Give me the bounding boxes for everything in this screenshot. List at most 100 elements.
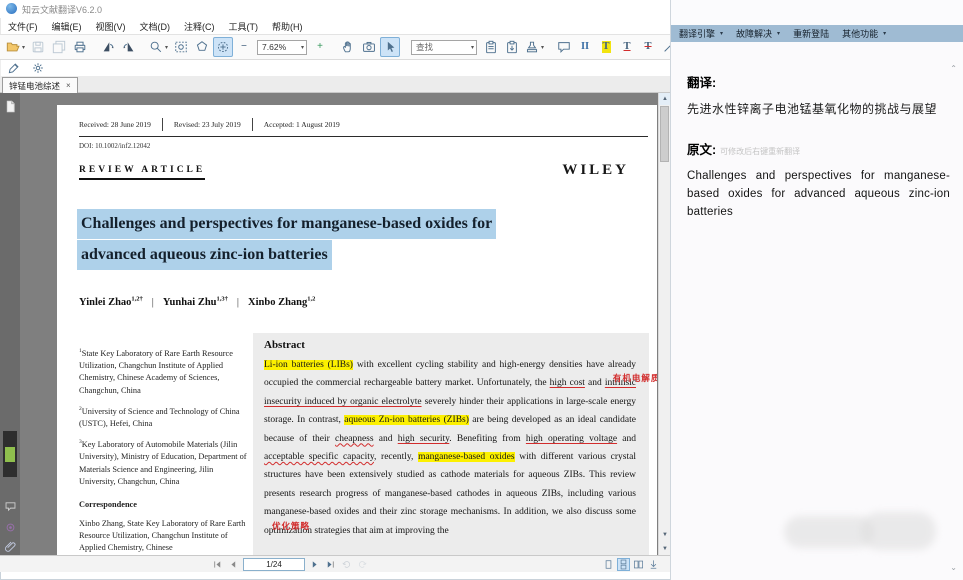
menu-help[interactable]: 帮助(H) — [265, 20, 310, 33]
abstract-segment: . Benefiting from — [449, 434, 526, 444]
menu-document[interactable]: 文档(D) — [133, 20, 178, 33]
stamp-tool-icon — [525, 40, 539, 54]
select-text-button[interactable] — [380, 37, 400, 57]
previous-view-button[interactable] — [340, 558, 353, 571]
save-all-icon — [52, 40, 66, 54]
source-hint: 可修改后右键重新翻译 — [720, 146, 800, 157]
zoom-level-select[interactable]: 7.62%▾ — [257, 40, 307, 55]
loupe-button[interactable] — [192, 37, 212, 57]
validate-rail-icon — [4, 521, 17, 534]
facing-view-button[interactable] — [632, 558, 645, 571]
panel-menu-label: 翻译引擎 — [679, 27, 715, 40]
continuous-view-button[interactable] — [617, 558, 630, 571]
manuscript-dates: Received: 28 June 2019Revised: 23 July 2… — [79, 118, 340, 131]
zoom-in-button[interactable]: + — [310, 37, 330, 57]
vertical-scrollbar[interactable]: ▲ ▼ ▼ — [658, 93, 670, 555]
rotate-left-button[interactable] — [98, 37, 118, 57]
search-input[interactable] — [411, 40, 477, 55]
previous-page-button[interactable] — [227, 558, 240, 571]
secondary-toolbar — [0, 60, 670, 76]
chevron-down-icon: ▾ — [301, 44, 304, 51]
translation-panel-menu: 翻译引擎▾ 故障解决▾ 重新登陆其他功能▾ — [671, 25, 963, 42]
document-tab[interactable]: 锌锰电池综述 × — [2, 77, 78, 93]
panel-scroll-up-icon[interactable]: ⌃ — [950, 64, 957, 73]
menu-view[interactable]: 视图(V) — [89, 20, 133, 33]
source-text[interactable]: Challenges and perspectives for manganes… — [687, 167, 950, 221]
highlight-text-button[interactable]: T — [596, 37, 616, 57]
save-button[interactable] — [28, 37, 48, 57]
panel-menu-translation-engine[interactable]: 翻译引擎▾ — [679, 27, 723, 40]
save-icon — [31, 40, 45, 54]
stamp-tool-button[interactable]: ▾ — [523, 37, 546, 57]
underlined-phrase: high operating voltage — [526, 434, 617, 444]
first-page-button[interactable] — [211, 558, 224, 571]
chevron-down-icon: ▾ — [471, 44, 474, 51]
tab-close-icon[interactable]: × — [66, 81, 71, 90]
thumbnails-panel-button[interactable] — [2, 98, 18, 114]
menu-comment[interactable]: 注释(C) — [177, 20, 222, 33]
panel-menu-troubleshoot[interactable]: 故障解决▾ — [736, 27, 780, 40]
author-separator: | — [237, 297, 239, 308]
open-folder-button[interactable]: ▾ — [4, 37, 27, 57]
zoom-tool-icon — [149, 40, 163, 54]
clipboard-paste-button[interactable] — [502, 37, 522, 57]
publisher-logo: WILEY — [562, 162, 629, 179]
save-all-button[interactable] — [49, 37, 69, 57]
signature-panel-button[interactable] — [2, 519, 18, 535]
doc-options-button[interactable] — [29, 61, 47, 76]
panel-menu-re-login[interactable]: 重新登陆 — [793, 27, 829, 40]
abstract-segment: and — [374, 434, 398, 444]
last-page-button[interactable] — [324, 558, 337, 571]
page-number-input[interactable]: 1/24 — [243, 558, 305, 571]
affiliations-column: 1State Key Laboratory of Rare Earth Reso… — [79, 345, 251, 555]
next-page-arrow-icon[interactable]: ▼ — [659, 543, 670, 555]
author-name: Xinbo Zhang1,2 — [248, 297, 315, 308]
date-item: Received: 28 June 2019 — [79, 120, 151, 129]
main-area: Received: 28 June 2019Revised: 23 July 2… — [0, 93, 670, 555]
zoom-tool-button[interactable]: ▾ — [147, 37, 170, 57]
layout-down-icon — [648, 559, 659, 570]
menu-edit[interactable]: 编辑(E) — [45, 20, 89, 33]
next-page-button[interactable] — [308, 558, 321, 571]
insert-text-button[interactable]: II — [575, 37, 595, 57]
comment-tool-button[interactable] — [554, 37, 574, 57]
date-item: Accepted: 1 August 2019 — [264, 120, 340, 129]
strikeout-text-button[interactable]: T — [638, 37, 658, 57]
menu-file[interactable]: 文件(F) — [1, 20, 45, 33]
snapshot-button[interactable] — [359, 37, 379, 57]
strikeout-text-icon: T — [644, 41, 653, 53]
zoom-out-button[interactable]: − — [234, 37, 254, 57]
scroll-down-arrow-icon[interactable]: ▼ — [659, 529, 670, 541]
search-box: ▾ — [411, 40, 477, 55]
typewriter-button[interactable] — [5, 61, 23, 76]
pan-zoom-button[interactable] — [213, 37, 233, 57]
scrollbar-thumb[interactable] — [660, 106, 669, 162]
panel-menu-other-functions[interactable]: 其他功能▾ — [842, 27, 886, 40]
underline-text-button[interactable]: T — [617, 37, 637, 57]
author-line: Yinlei Zhao1,2†|Yunhai Zhu1,3†|Xinbo Zha… — [79, 295, 315, 308]
app-window: 知云文献翻译V6.2.0 — □ × 文件(F)编辑(E)视图(V)文档(D)注… — [0, 0, 963, 580]
scroll-up-arrow-icon[interactable]: ▲ — [659, 93, 670, 105]
layout-continuous-icon — [618, 559, 629, 570]
print-button[interactable] — [70, 37, 90, 57]
zoom-in-icon: + — [316, 41, 324, 53]
fit-page-button[interactable] — [647, 558, 660, 571]
rotate-right-button[interactable] — [119, 37, 139, 57]
translation-label: 翻译: — [687, 72, 950, 91]
panel-scroll-down-icon[interactable]: ⌄ — [950, 563, 957, 572]
clipboard-copy-button[interactable] — [481, 37, 501, 57]
attachments-panel-button[interactable] — [2, 538, 18, 554]
underline-text-icon: T — [623, 41, 632, 53]
typewriter-icon — [7, 61, 21, 75]
rotate-right-icon — [122, 40, 136, 54]
loupe-icon — [195, 40, 209, 54]
comments-panel-button[interactable] — [2, 498, 18, 514]
article-title: Challenges and perspectives for manganes… — [77, 209, 597, 271]
hand-tool-button[interactable] — [338, 37, 358, 57]
next-view-button[interactable] — [356, 558, 369, 571]
translation-annotation: 有机电解质引起的内在不安全 — [613, 369, 657, 387]
document-view-area[interactable]: Received: 28 June 2019Revised: 23 July 2… — [20, 93, 670, 555]
menu-tools[interactable]: 工具(T) — [222, 20, 266, 33]
single-page-view-button[interactable] — [602, 558, 615, 571]
marquee-zoom-button[interactable] — [171, 37, 191, 57]
